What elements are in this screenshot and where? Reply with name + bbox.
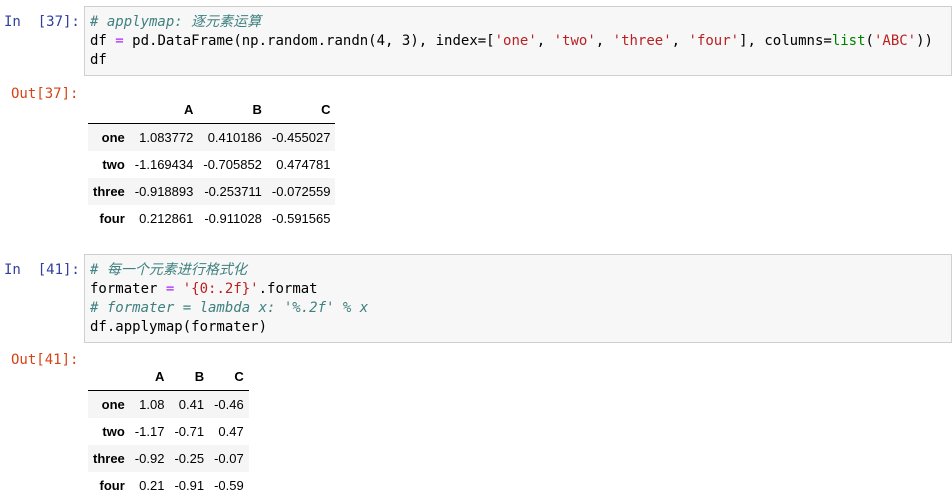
table-header-row: ABC	[88, 363, 249, 391]
table-cell: -0.91	[174, 478, 205, 493]
code-comment: # formater = lambda x: '%.2f' % x	[90, 300, 369, 316]
table-cell: -0.705852	[203, 157, 262, 172]
table-cell: 0.410186	[207, 130, 262, 145]
table-row: four 0.21 -0.91 -0.59	[88, 472, 249, 499]
table-cell: -1.17	[134, 424, 165, 439]
output-prompt-41: Out[41]:	[11, 352, 79, 368]
code-token: ], columns=	[739, 33, 832, 49]
table-cell: 0.21	[139, 478, 165, 493]
table-cell: -0.71	[174, 424, 205, 439]
row-index-label: four	[99, 478, 125, 493]
code-line: formater = '{0:.2f}'.format	[90, 280, 951, 299]
table-cell: 0.47	[218, 424, 244, 439]
code-line: df = pd.DataFrame(np.random.randn(4, 3),…	[90, 32, 951, 51]
column-header: B	[169, 363, 210, 391]
table-cell: -0.911028	[204, 211, 262, 226]
code-token: ,	[536, 33, 554, 49]
row-index-label: one	[101, 130, 125, 145]
table-cell: -0.59	[214, 478, 244, 493]
table-cell: -0.25	[174, 451, 205, 466]
code-cell-41[interactable]: # 每一个元素进行格式化 formater = '{0:.2f}'.format…	[84, 254, 952, 343]
row-index-label: two	[102, 157, 125, 172]
code-token: .format	[258, 281, 318, 297]
table-cell: -0.591565	[271, 211, 331, 226]
code-line: # formater = lambda x: '%.2f' % x	[90, 299, 951, 318]
column-header: C	[266, 96, 336, 124]
code-line: df.applymap(formater)	[90, 319, 268, 335]
code-token: (	[865, 33, 874, 49]
table-cell: 1.083772	[139, 130, 194, 145]
table-row: one 1.08 0.41 -0.46	[88, 390, 249, 418]
table-cell: 0.212861	[139, 211, 194, 226]
code-builtin: list	[831, 33, 866, 49]
table-cell: -0.455027	[271, 130, 331, 145]
code-string: 'two'	[553, 33, 596, 49]
table-cell: 1.08	[139, 397, 165, 412]
code-string: '{0:.2f}'	[182, 281, 259, 297]
table-cell: -1.169434	[134, 157, 194, 172]
table-row: three -0.92 -0.25 -0.07	[88, 445, 249, 472]
code-line: # applymap: 逐元素运算	[90, 13, 951, 32]
table-cell: 0.41	[178, 397, 205, 412]
code-operator: =	[115, 33, 124, 49]
code-token: formater	[90, 281, 158, 297]
input-prompt-37: In [37]:	[4, 14, 80, 30]
table-row: three -0.918893 -0.253711 -0.072559	[88, 178, 336, 205]
output-prompt-37: Out[37]:	[11, 86, 79, 102]
code-string: 'ABC'	[873, 33, 917, 49]
table-row: two -1.169434 -0.705852 0.474781	[88, 151, 335, 178]
index-header	[88, 96, 130, 124]
row-index-label: one	[101, 397, 125, 412]
table-row: one 1.083772 0.410186 -0.455027	[88, 123, 336, 151]
column-header: A	[129, 96, 199, 124]
table-row: two -1.17 -0.71 0.47	[88, 418, 249, 445]
table-cell: -0.46	[214, 397, 244, 412]
table-cell: 0.474781	[276, 157, 331, 172]
table-row: four 0.212861 -0.911028 -0.591565	[88, 205, 335, 232]
index-header	[88, 363, 130, 391]
row-index-label: four	[99, 211, 125, 226]
column-header: C	[209, 363, 249, 391]
code-cell-37[interactable]: # applymap: 逐元素运算 df = pd.DataFrame(np.r…	[84, 6, 952, 76]
table-cell: -0.253711	[204, 184, 262, 199]
row-index-label: three	[93, 184, 125, 199]
code-comment: # applymap: 逐元素运算	[90, 14, 262, 30]
table-cell: -0.07	[214, 451, 244, 466]
row-index-label: two	[102, 424, 125, 439]
code-line: # 每一个元素进行格式化	[90, 261, 951, 280]
code-comment: # 每一个元素进行格式化	[90, 262, 247, 278]
dataframe-output-41: ABC one 1.08 0.41 -0.46 two -1.17 -0.71 0.47 thr…	[88, 363, 249, 499]
code-operator: =	[165, 281, 175, 297]
code-token: ,	[595, 33, 613, 49]
code-line: df	[90, 52, 107, 68]
code-string: 'four'	[688, 33, 740, 49]
table-cell: -0.918893	[134, 184, 194, 199]
code-token: ))	[916, 33, 933, 49]
table-header-row: ABC	[88, 96, 336, 124]
code-string: 'three'	[612, 33, 672, 49]
code-token: ,	[671, 33, 689, 49]
table-cell: -0.92	[134, 451, 165, 466]
table-cell: -0.072559	[271, 184, 331, 199]
input-prompt-41: In [41]:	[4, 262, 80, 278]
column-header: B	[198, 96, 267, 124]
dataframe-output-37: ABC one 1.083772 0.410186 -0.455027 two -1.16…	[88, 96, 336, 232]
column-header: A	[129, 363, 170, 391]
code-string: 'one'	[494, 33, 537, 49]
code-token: df	[90, 33, 107, 49]
row-index-label: three	[93, 451, 125, 466]
code-token: pd.DataFrame(np.random.randn(4, 3), inde…	[132, 33, 495, 49]
